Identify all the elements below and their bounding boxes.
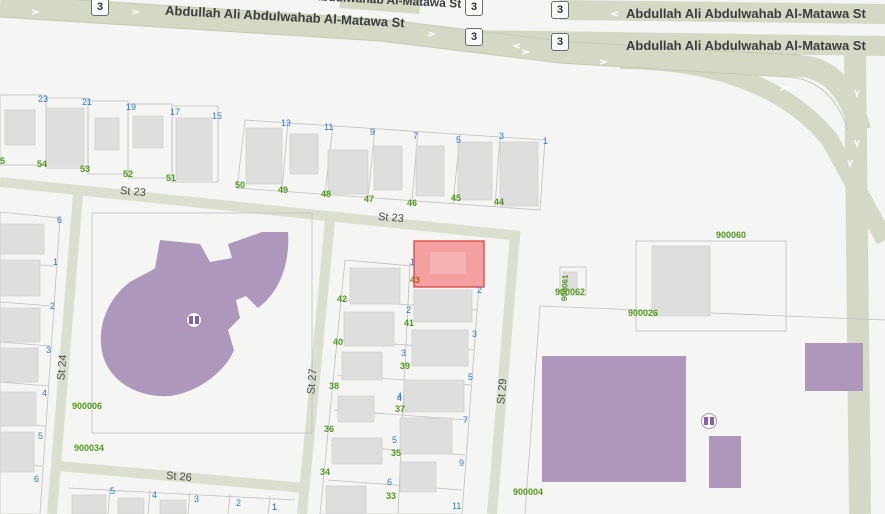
street-label: St 26 xyxy=(165,469,193,485)
highway-shield-icon[interactable]: 3 xyxy=(91,0,109,16)
plot-number: 5 xyxy=(38,431,44,441)
mosque-icon[interactable] xyxy=(186,312,202,328)
plot-number: 7 xyxy=(463,415,469,425)
plot-number: 35 xyxy=(391,448,402,458)
plot-number: 36 xyxy=(324,424,335,434)
plot-number: 1 xyxy=(543,136,549,146)
plot-number: 11 xyxy=(324,122,334,132)
plot-number: 42 xyxy=(337,294,348,304)
plot-number: 2 xyxy=(50,301,56,311)
plot-number: 6 xyxy=(57,215,63,225)
plot-number: 43 xyxy=(410,275,421,285)
plot-number: 9 xyxy=(459,458,465,468)
plot-number: 23 xyxy=(38,94,49,104)
plot-number: 52 xyxy=(123,169,134,179)
plot-number: 5 xyxy=(456,135,462,145)
plot-number: 38 xyxy=(329,381,340,391)
highway-shield-icon[interactable]: 3 xyxy=(551,1,569,19)
plot-number: 4 xyxy=(42,388,48,398)
plot-number: 48 xyxy=(321,189,332,199)
plot-number: 39 xyxy=(400,361,411,371)
plot-number: 9 xyxy=(370,127,376,137)
plot-number: 40 xyxy=(333,337,344,347)
plot-number: 6 xyxy=(387,477,393,487)
plot-number: 46 xyxy=(407,198,418,208)
plot-number: 17 xyxy=(170,107,181,117)
plot-number: 44 xyxy=(494,197,505,207)
plot-number: 6 xyxy=(34,474,40,484)
plot-number: 51 xyxy=(166,173,177,183)
plot-number: 19 xyxy=(126,102,137,112)
plot-number: 5 xyxy=(0,156,6,166)
highway-shield-icon[interactable]: 3 xyxy=(551,33,569,51)
plot-number: 7 xyxy=(413,131,419,141)
plot-number: 1 xyxy=(272,502,278,512)
plot-number: 3 xyxy=(472,329,478,339)
plot-number: 45 xyxy=(451,193,462,203)
mosque-icon[interactable] xyxy=(701,413,717,429)
plot-number: 15 xyxy=(212,111,223,121)
plot-number: 41 xyxy=(404,318,415,328)
plot-number: 11 xyxy=(452,501,462,511)
plot-number: 5 xyxy=(110,486,116,496)
parcel-label: 900004 xyxy=(513,487,544,497)
plot-number: 54 xyxy=(37,159,48,169)
plot-number: 3 xyxy=(401,348,407,358)
parcel-label: 900026 xyxy=(628,308,659,318)
plot-number: 50 xyxy=(235,180,246,190)
parcel-label: 900006 xyxy=(72,401,103,411)
highway-shield-icon[interactable]: 3 xyxy=(465,28,483,46)
plot-number: 3 xyxy=(194,494,200,504)
plot-number: 13 xyxy=(281,118,292,128)
plot-number: 3 xyxy=(46,345,52,355)
plot-number: 37 xyxy=(395,404,406,414)
street-label: St 29 xyxy=(495,378,510,405)
highway-shield-icon[interactable]: 3 xyxy=(465,0,483,16)
plot-number: 2 xyxy=(236,498,242,508)
street-label: St 23 xyxy=(119,184,147,200)
parcel-label: 900062 xyxy=(555,287,586,297)
plot-number: 2 xyxy=(477,285,483,295)
plot-number: 5 xyxy=(468,372,474,382)
plot-number: 1 xyxy=(410,257,416,267)
highway-label: Abdullah Ali Abdulwahab Al-Matawa St xyxy=(626,38,866,53)
map-base-layer xyxy=(0,0,885,514)
plot-number: 4 xyxy=(397,391,403,401)
plot-number: 34 xyxy=(320,467,331,477)
plot-number: 3 xyxy=(499,131,505,141)
street-label: St 23 xyxy=(377,210,405,226)
plot-number: 1 xyxy=(53,257,59,267)
plot-number: 33 xyxy=(386,491,397,501)
plot-number: 4 xyxy=(152,490,158,500)
map-canvas[interactable]: Abdullah Ali Abdulwahab Al-Matawa St Abd… xyxy=(0,0,885,514)
street-label: St 24 xyxy=(55,354,70,381)
parcel-label: 900034 xyxy=(74,443,105,453)
plot-number: 47 xyxy=(364,194,375,204)
plot-number: 53 xyxy=(80,164,91,174)
parcel-label: 900060 xyxy=(716,230,747,240)
street-label: St 27 xyxy=(305,368,320,395)
plot-number: 2 xyxy=(406,305,412,315)
plot-number: 21 xyxy=(82,97,93,107)
plot-number: 5 xyxy=(392,435,398,445)
plot-number: 49 xyxy=(278,185,289,195)
highway-label: Abdullah Ali Abdulwahab Al-Matawa St xyxy=(626,6,866,21)
